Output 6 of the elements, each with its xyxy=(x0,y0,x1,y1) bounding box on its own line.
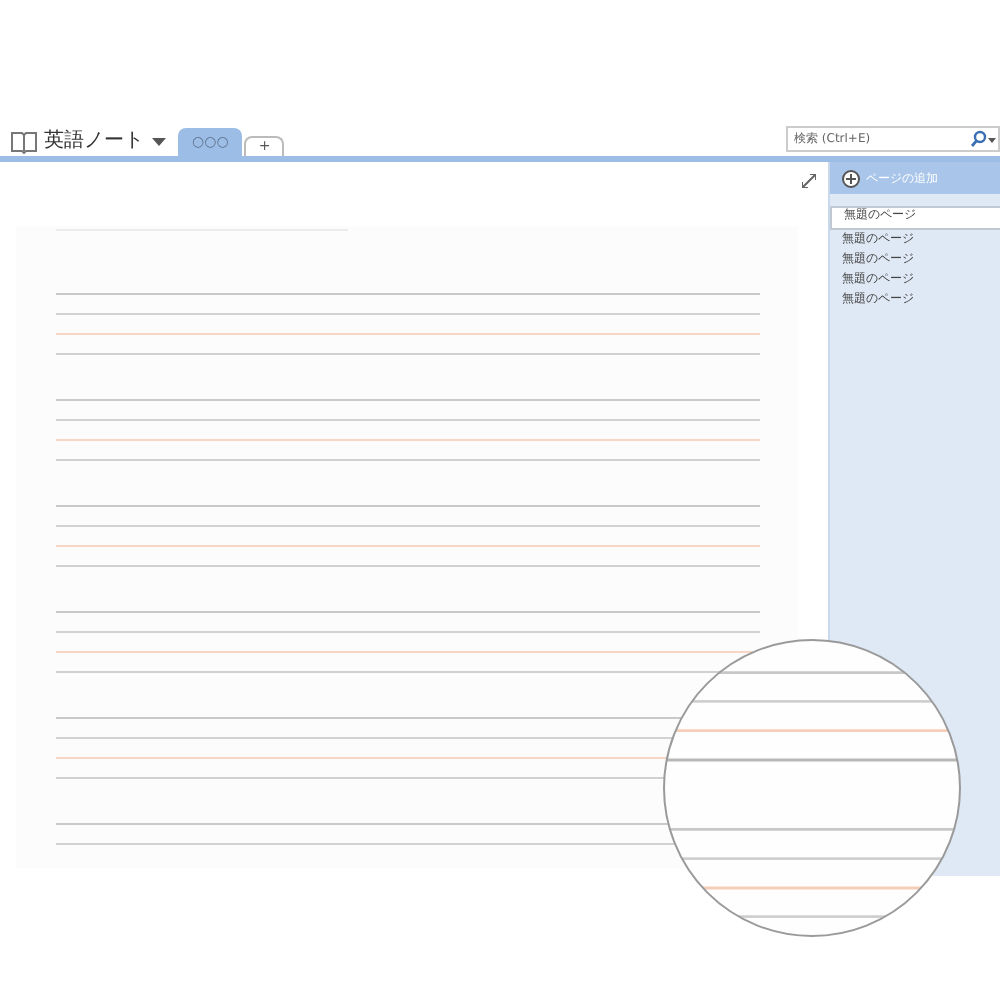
expand-icon[interactable] xyxy=(802,174,816,188)
caret-icon[interactable] xyxy=(152,138,166,146)
notebook-icon[interactable] xyxy=(10,130,38,154)
search-icon[interactable] xyxy=(970,130,996,148)
notebook-title[interactable]: 英語ノート xyxy=(44,130,144,154)
plus-icon xyxy=(842,169,860,187)
